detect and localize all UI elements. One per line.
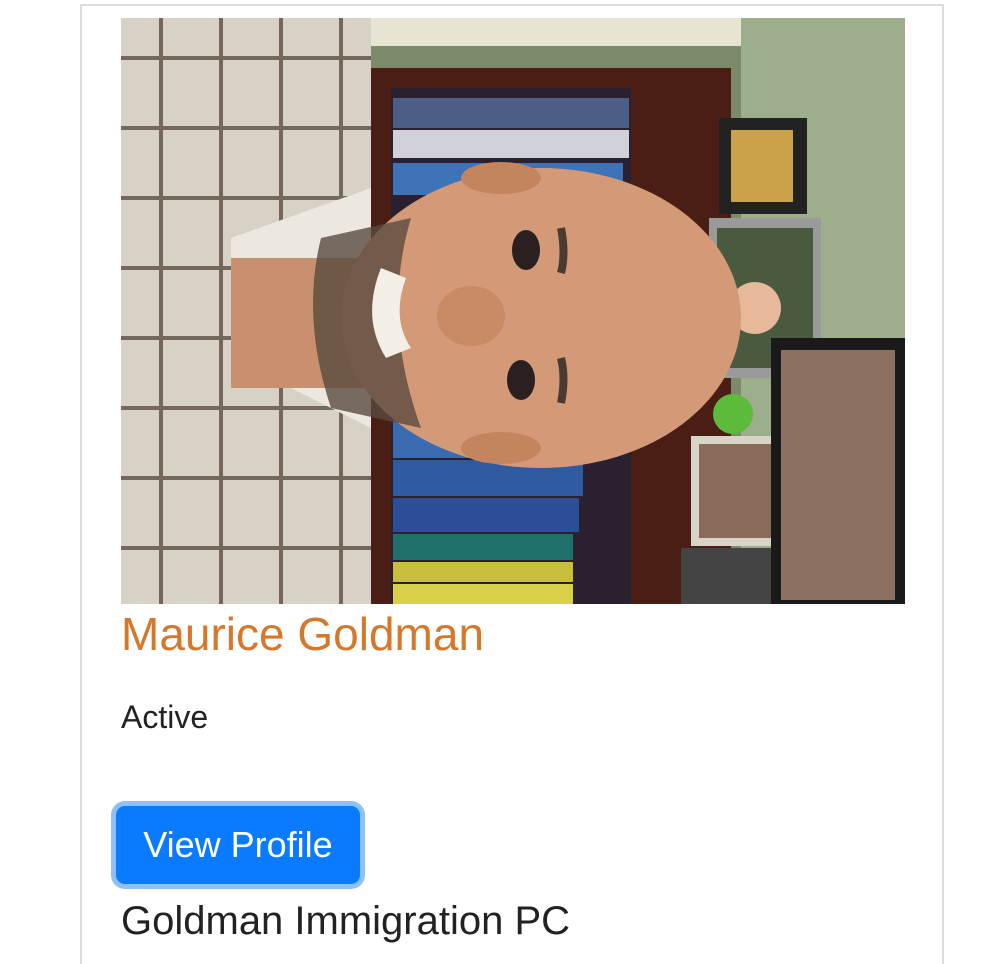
view-profile-button[interactable]: View Profile [116,806,360,884]
profile-name: Maurice Goldman [121,608,485,660]
profile-photo-image [121,18,905,604]
profile-photo [121,18,905,604]
profile-status: Active [121,699,209,735]
company-name: Goldman Immigration PC [121,899,571,943]
